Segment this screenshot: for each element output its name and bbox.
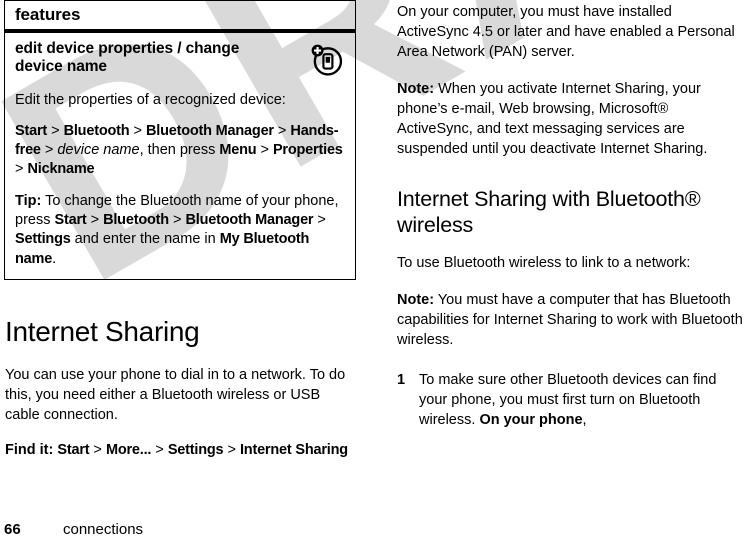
- path-separator: >: [151, 441, 168, 458]
- step-1-text-part-2: ,: [582, 411, 587, 428]
- features-table-header: features: [15, 5, 81, 24]
- right-note-2: Note: You must have a computer that has …: [397, 290, 745, 350]
- path-item-menu: Menu: [219, 141, 257, 158]
- step-1-text: To make sure other Bluetooth devices can…: [419, 370, 745, 430]
- right-paragraph-1: On your computer, you must have installe…: [397, 4, 735, 60]
- path-separator: >: [256, 141, 273, 158]
- path-then-press: , then press: [139, 141, 220, 158]
- right-note-1: Note: When you activate Internet Sharing…: [397, 79, 745, 159]
- path-separator: >: [15, 161, 28, 178]
- path-item-device-name: device name: [57, 141, 140, 158]
- step-1-number: 1: [397, 371, 406, 388]
- document-page: features edit device properties / change…: [0, 0, 753, 546]
- path-separator: >: [86, 212, 104, 229]
- page-number: 66: [4, 521, 21, 538]
- find-it-label: Find it:: [5, 441, 54, 458]
- find-it-line: Find it: Start > More... > Settings > In…: [5, 441, 356, 460]
- path-separator: >: [89, 441, 106, 458]
- add-device-icon: [309, 42, 345, 78]
- path-separator: >: [168, 212, 186, 229]
- path-separator: >: [47, 122, 64, 139]
- path-item-bluetooth-manager: Bluetooth Manager: [145, 122, 274, 139]
- path-item-properties: Properties: [272, 141, 343, 158]
- tip-text-2: and enter the name in: [70, 231, 220, 248]
- note-2-label: Note:: [397, 291, 435, 308]
- tip-label: Tip:: [15, 193, 42, 210]
- footer-section-name: connections: [63, 521, 144, 538]
- right-column: On your computer, you must have installe…: [397, 2, 745, 430]
- find-it-item-start: Start: [57, 441, 90, 458]
- feature-tip: Tip: To change the Bluetooth name of you…: [15, 192, 345, 269]
- tip-nav-start: Start: [54, 212, 87, 229]
- feature-title: edit device properties / change device n…: [15, 39, 240, 75]
- step-1-bold: On your phone: [479, 411, 583, 428]
- right-paragraph-2: To use Bluetooth wireless to link to a n…: [397, 254, 691, 271]
- feature-menu-path: Start > Bluetooth > Bluetooth Manager > …: [15, 122, 345, 179]
- note-1-label: Note:: [397, 81, 435, 97]
- feature-title-row: edit device properties / change device n…: [15, 40, 345, 78]
- note-1-text: When you activate Internet Sharing, your…: [397, 81, 708, 157]
- note-2-text: You must have a computer that has Blueto…: [397, 291, 743, 348]
- tip-text-3: .: [52, 250, 57, 267]
- find-it-item-internet-sharing: Internet Sharing: [239, 441, 348, 458]
- path-separator: >: [129, 122, 146, 139]
- numbered-step-1: 1 To make sure other Bluetooth devices c…: [397, 370, 745, 430]
- features-table: features edit device properties / change…: [4, 0, 356, 280]
- path-separator: >: [273, 122, 291, 139]
- path-separator: >: [40, 141, 58, 158]
- tip-nav-settings: Settings: [15, 231, 71, 248]
- tip-nav-bluetooth-manager: Bluetooth Manager: [185, 212, 314, 229]
- path-item-start: Start: [15, 122, 48, 139]
- section-heading-internet-sharing: Internet Sharing: [5, 315, 200, 347]
- find-it-item-more: More...: [105, 441, 152, 458]
- feature-intro-text: Edit the properties of a recognized devi…: [15, 91, 286, 108]
- path-separator: >: [313, 212, 326, 229]
- path-item-bluetooth: Bluetooth: [63, 122, 130, 139]
- page-footer: 66 connections: [4, 521, 143, 538]
- find-it-item-settings: Settings: [167, 441, 224, 458]
- features-table-body: edit device properties / change device n…: [5, 33, 355, 279]
- left-intro-paragraph: You can use your phone to dial in to a n…: [5, 366, 346, 423]
- tip-nav-bluetooth: Bluetooth: [103, 212, 169, 229]
- path-item-nickname: Nickname: [27, 161, 95, 178]
- path-separator: >: [223, 441, 240, 458]
- section-heading-internet-sharing-bluetooth: Internet Sharing with Bluetooth® wireles…: [397, 187, 701, 237]
- left-column: features edit device properties / change…: [4, 0, 356, 459]
